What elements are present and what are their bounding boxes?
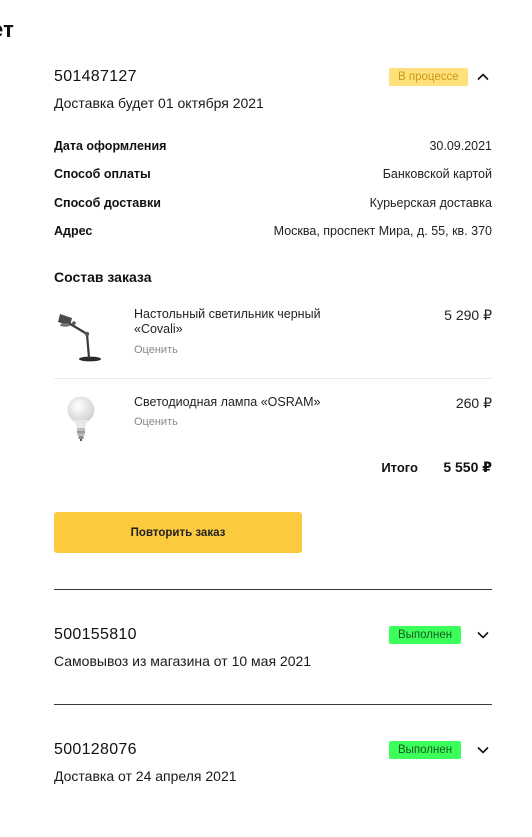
detail-label: Способ оплаты bbox=[54, 167, 151, 181]
chevron-up-icon[interactable] bbox=[475, 69, 491, 85]
detail-value: 30.09.2021 bbox=[429, 139, 492, 153]
order-number[interactable]: 500155810 bbox=[54, 626, 137, 644]
detail-label: Способ доставки bbox=[54, 196, 161, 210]
order-number[interactable]: 500128076 bbox=[54, 741, 137, 759]
detail-payment: Способ оплаты Банковской картой bbox=[54, 167, 492, 185]
rate-link[interactable]: Оценить bbox=[134, 416, 178, 428]
order-subtitle: Самовывоз из магазина от 10 мая 2021 bbox=[54, 653, 312, 669]
detail-label: Адрес bbox=[54, 224, 93, 238]
order-items-title: Состав заказа bbox=[54, 269, 152, 285]
order-divider bbox=[54, 704, 492, 705]
total-value: 5 550 ₽ bbox=[443, 459, 492, 475]
repeat-order-button[interactable]: Повторить заказ bbox=[54, 512, 302, 553]
total-label: Итого bbox=[381, 460, 418, 475]
detail-value: Банковской картой bbox=[382, 167, 492, 181]
detail-delivery: Способ доставки Курьерская доставка bbox=[54, 196, 492, 214]
detail-label: Дата оформления bbox=[54, 139, 167, 153]
order-subtitle: Доставка от 24 апреля 2021 bbox=[54, 768, 237, 784]
item-name[interactable]: Настольный светильник черный «Covali» bbox=[134, 307, 344, 337]
item-price: 5 290 ₽ bbox=[444, 307, 492, 323]
detail-value: Курьерская доставка bbox=[369, 196, 492, 210]
detail-address: Адрес Москва, проспект Мира, д. 55, кв. … bbox=[54, 224, 492, 242]
status-badge: Выполнен bbox=[389, 626, 462, 644]
status-badge: В процессе bbox=[389, 68, 468, 86]
desk-lamp-image[interactable] bbox=[54, 304, 110, 362]
rate-link[interactable]: Оценить bbox=[134, 344, 178, 356]
page-title: ет bbox=[0, 17, 15, 42]
order-divider bbox=[54, 589, 492, 590]
detail-value: Москва, проспект Мира, д. 55, кв. 370 bbox=[273, 224, 492, 238]
status-badge: Выполнен bbox=[389, 741, 462, 759]
order-subtitle: Доставка будет 01 октября 2021 bbox=[54, 95, 264, 111]
item-price: 260 ₽ bbox=[455, 395, 492, 411]
item-divider bbox=[54, 378, 492, 379]
chevron-down-icon[interactable] bbox=[475, 627, 491, 643]
detail-order-date: Дата оформления 30.09.2021 bbox=[54, 139, 492, 157]
chevron-down-icon[interactable] bbox=[475, 742, 491, 758]
order-number[interactable]: 501487127 bbox=[54, 68, 137, 86]
light-bulb-image[interactable] bbox=[54, 392, 110, 448]
item-name[interactable]: Светодиодная лампа «OSRAM» bbox=[134, 395, 344, 410]
